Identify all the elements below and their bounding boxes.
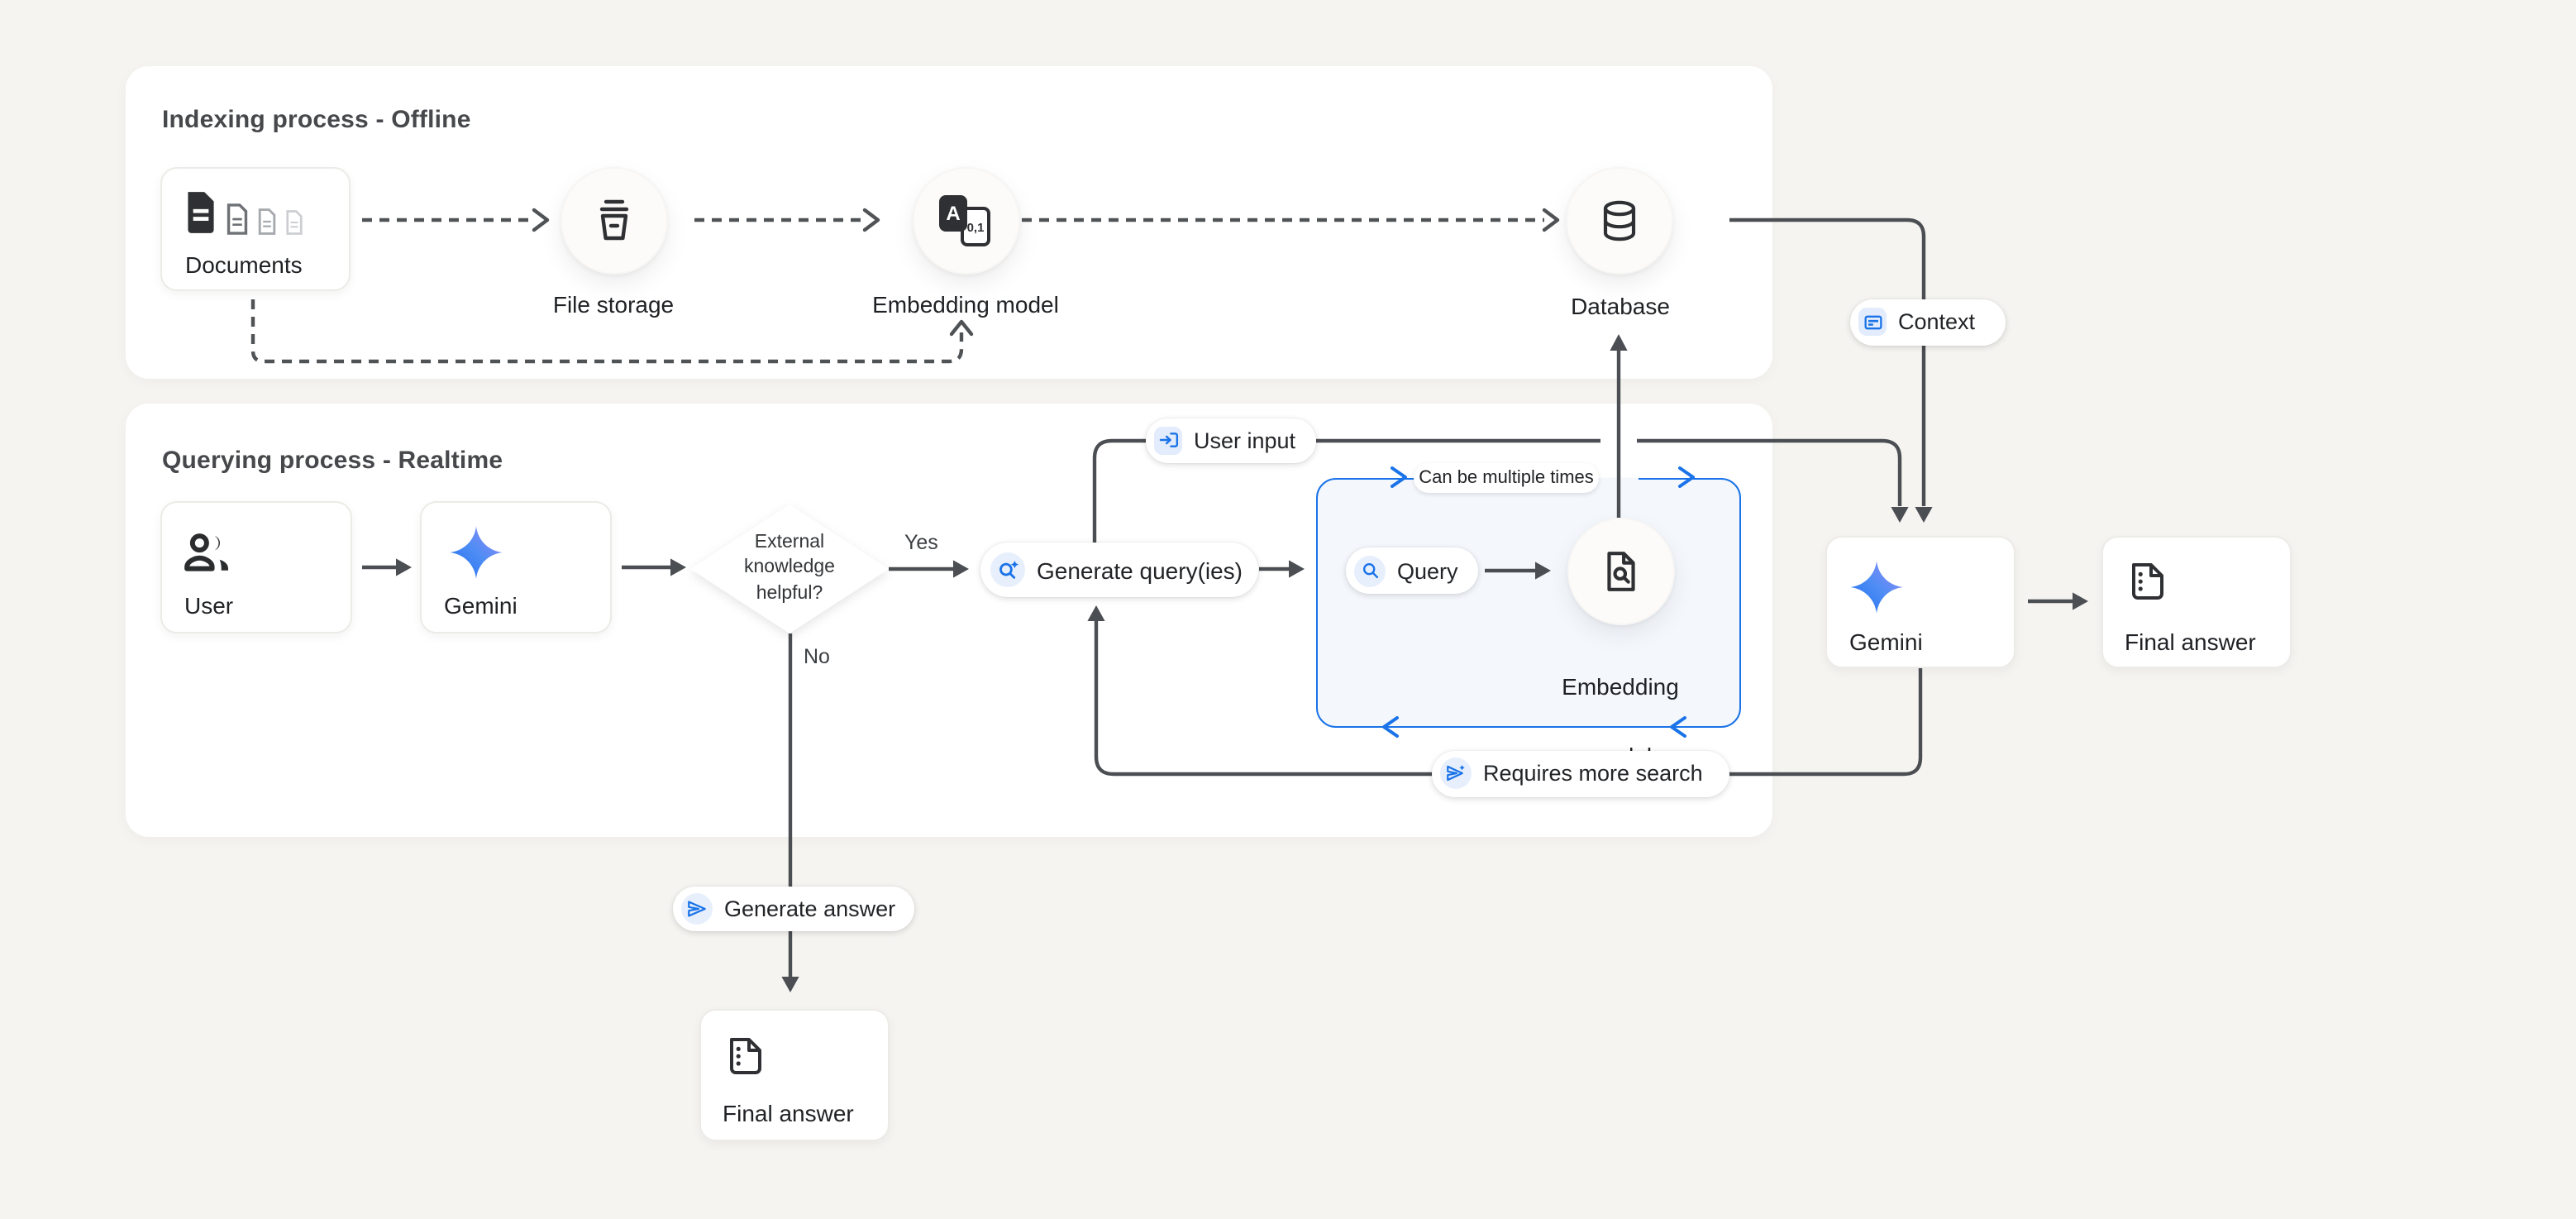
gemini-right-label: Gemini — [1849, 628, 1923, 654]
documents-card: Documents — [160, 167, 351, 291]
final-answer-right-label: Final answer — [2125, 628, 2256, 654]
storage-bucket-icon — [593, 198, 634, 241]
input-arrow-icon — [1154, 426, 1182, 454]
database-node — [1566, 166, 1673, 274]
gemini-star-icon — [1848, 558, 1904, 614]
final-answer-bottom-label: Final answer — [723, 1100, 854, 1126]
no-edge-label: No — [804, 645, 830, 668]
gemini-right-card: Gemini — [1825, 536, 2015, 668]
summary-doc-icon — [2128, 561, 2169, 602]
decision-text: External knowledge helpful? — [744, 531, 835, 608]
generate-queries-pill: Generate query(ies) — [980, 543, 1258, 597]
embedding-model-top-node: 0,1 A — [912, 166, 1019, 274]
embedding-model-loop-node — [1567, 517, 1674, 624]
database-cylinder-icon — [1597, 198, 1642, 242]
user-label: User — [184, 591, 233, 618]
generate-answer-pill: Generate answer — [673, 887, 914, 930]
requires-more-search-pill: Requires more search — [1432, 751, 1729, 796]
rag-architecture-diagram: Indexing process - Offline Querying proc… — [0, 0, 2576, 1219]
context-edge-label: Context — [1850, 299, 2006, 345]
document-outline-icon — [225, 203, 250, 235]
final-answer-right-card: Final answer — [2101, 536, 2292, 668]
file-storage-node — [560, 166, 667, 274]
document-outline-icon — [284, 210, 304, 235]
letter-chip: A — [939, 195, 967, 232]
final-answer-bottom-card: Final answer — [699, 1009, 890, 1141]
user-card: User — [160, 500, 351, 633]
translate-numbers-icon: 0,1 A — [937, 195, 994, 245]
documents-label: Documents — [185, 251, 303, 278]
summary-doc-icon — [726, 1035, 767, 1077]
query-pill: Query — [1346, 547, 1478, 594]
gemini-star-icon — [447, 524, 503, 581]
gemini-left-label: Gemini — [444, 591, 518, 618]
loop-note-pill: Can be multiple times — [1414, 463, 1599, 492]
document-filled-icon — [184, 190, 218, 235]
yes-edge-label: Yes — [904, 531, 938, 554]
decision-diamond: External knowledge helpful? — [690, 504, 889, 633]
documents-stack-icon — [184, 190, 304, 235]
users-icon — [183, 530, 234, 573]
card-icon — [1858, 308, 1887, 337]
document-search-icon — [1598, 548, 1643, 593]
file-storage-label: File storage — [506, 288, 721, 323]
gemini-left-card: Gemini — [420, 500, 612, 633]
loop-note-text: Can be multiple times — [1419, 468, 1594, 488]
search-sparkle-icon — [990, 552, 1025, 587]
send-icon — [681, 893, 713, 925]
database-label: Database — [1505, 289, 1736, 324]
document-outline-icon — [256, 208, 278, 235]
send-sparkle-icon — [1440, 758, 1472, 790]
search-icon — [1354, 555, 1386, 586]
embedding-model-top-label: Embedding model — [850, 288, 1081, 323]
user-input-edge-label: User input — [1146, 418, 1316, 462]
